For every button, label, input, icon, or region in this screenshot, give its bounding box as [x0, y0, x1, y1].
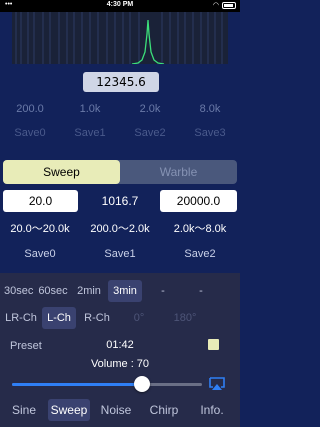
volume-slider[interactable]: [12, 375, 202, 393]
sweep-current-frequency: 1016.7: [101, 194, 139, 208]
timer-2min-button[interactable]: 2min: [74, 280, 104, 302]
spectrum-display: [12, 12, 228, 64]
timer-empty-button-1[interactable]: -: [146, 280, 180, 302]
preset-frequency-row: 200.0 1.0k 2.0k 8.0k: [0, 103, 240, 115]
wifi-icon: ◠: [212, 2, 219, 9]
preset-freq-0[interactable]: 200.0: [0, 103, 60, 115]
sweep-warble-toggle: Sweep Warble: [3, 160, 237, 184]
timer-row: 30sec 60sec 2min 3min - -: [4, 280, 218, 302]
battery-icon: [222, 1, 236, 9]
sweep-range-1[interactable]: 200.0～2.0k: [80, 220, 160, 236]
mode-noise-button[interactable]: Noise: [94, 399, 138, 421]
save1-button[interactable]: Save1: [60, 127, 120, 139]
sweep-range-0[interactable]: 20.0～20.0k: [0, 220, 80, 236]
channel-row: LR-Ch L-Ch R-Ch 0° 180°: [4, 307, 206, 329]
save0-button[interactable]: Save0: [0, 127, 60, 139]
r-channel-button[interactable]: R-Ch: [80, 307, 114, 329]
mode-chirp-button[interactable]: Chirp: [142, 399, 186, 421]
mode-sine-button[interactable]: Sine: [4, 399, 44, 421]
sweep-toggle-option[interactable]: Sweep: [3, 160, 120, 184]
preset-freq-3[interactable]: 8.0k: [180, 103, 240, 115]
sweep-preset-range-row: 20.0～20.0k 200.0～2.0k 2.0k～8.0k: [0, 220, 240, 236]
sweep-high-input[interactable]: 20000.0: [160, 190, 237, 212]
sweep-save0-button[interactable]: Save0: [0, 248, 80, 260]
lr-channel-button[interactable]: LR-Ch: [4, 307, 38, 329]
elapsed-time: 01:42: [106, 339, 134, 351]
preset-save-row: Save0 Save1 Save2 Save3: [0, 127, 240, 139]
sweep-save1-button[interactable]: Save1: [80, 248, 160, 260]
sweep-low-input[interactable]: 20.0: [3, 190, 78, 212]
mode-sweep-button[interactable]: Sweep: [48, 399, 90, 421]
timer-30sec-button[interactable]: 30sec: [4, 280, 33, 302]
preset-freq-2[interactable]: 2.0k: [120, 103, 180, 115]
spectrum-graph: [15, 12, 223, 64]
warble-toggle-option[interactable]: Warble: [120, 160, 237, 184]
sweep-save2-button[interactable]: Save2: [160, 248, 240, 260]
spectrum-gridlines: [15, 12, 223, 64]
mode-info-button[interactable]: Info.: [190, 399, 234, 421]
timer-3min-button[interactable]: 3min: [108, 280, 142, 302]
sweep-range-row: 20.0 1016.7 20000.0: [0, 190, 240, 212]
airplay-icon[interactable]: [209, 377, 225, 391]
mode-tab-bar: Sine Sweep Noise Chirp Info.: [4, 399, 234, 421]
save2-button[interactable]: Save2: [120, 127, 180, 139]
volume-slider-fill: [12, 383, 142, 386]
sweep-range-2[interactable]: 2.0k～8.0k: [160, 220, 240, 236]
save3-button[interactable]: Save3: [180, 127, 240, 139]
volume-slider-thumb[interactable]: [133, 376, 150, 392]
timer-empty-button-2[interactable]: -: [184, 280, 218, 302]
status-bar: ••• 4:30 PM ◠: [0, 0, 240, 12]
status-time: 4:30 PM: [106, 1, 134, 8]
preset-freq-1[interactable]: 1.0k: [60, 103, 120, 115]
phase-180-button[interactable]: 180°: [164, 307, 206, 329]
volume-label: Volume : 70: [90, 358, 150, 370]
phase-0-button[interactable]: 0°: [118, 307, 160, 329]
spectrum-peak-curve: [131, 19, 165, 64]
preset-checkbox[interactable]: [208, 339, 219, 350]
frequency-display[interactable]: 12345.6: [83, 72, 159, 92]
timer-60sec-button[interactable]: 60sec: [36, 280, 70, 302]
sweep-preset-save-row: Save0 Save1 Save2: [0, 248, 240, 260]
l-channel-button[interactable]: L-Ch: [42, 307, 76, 329]
status-icons: ◠: [213, 1, 236, 9]
